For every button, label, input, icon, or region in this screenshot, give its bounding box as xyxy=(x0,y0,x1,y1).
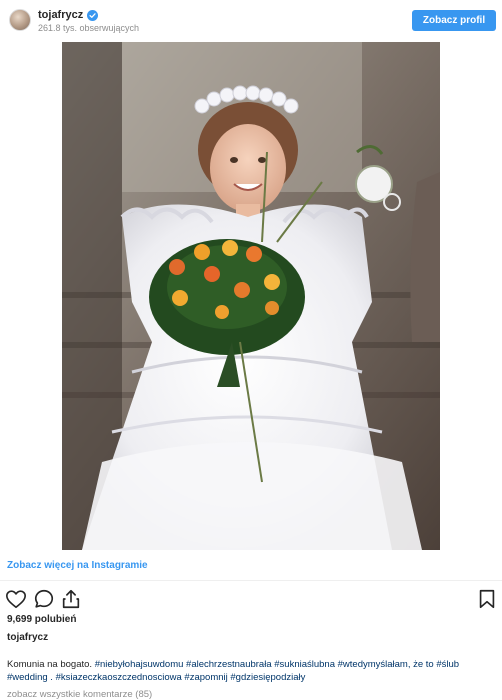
comment-icon[interactable] xyxy=(33,588,55,610)
avatar[interactable] xyxy=(9,9,31,31)
view-profile-button[interactable]: Zobacz profil xyxy=(412,10,496,31)
action-bar xyxy=(0,586,502,612)
post-photo-image xyxy=(62,42,440,550)
caption-text: Komunia na bogato. xyxy=(7,659,95,670)
username-link[interactable]: tojafrycz xyxy=(38,9,83,21)
post-header: tojafrycz 261.8 tys. obserwujących Zobac… xyxy=(0,0,502,42)
view-all-comments-link[interactable]: zobacz wszystkie komentarze (85) xyxy=(7,689,152,700)
caption-username[interactable]: tojafrycz xyxy=(7,632,48,643)
view-more-on-instagram-link[interactable]: Zobacz więcej na Instagramie xyxy=(7,560,148,571)
post-photo[interactable] xyxy=(62,42,440,550)
follower-count: 261.8 tys. obserwujących xyxy=(38,23,140,33)
heart-icon[interactable] xyxy=(5,588,27,610)
like-count[interactable]: 9,699 polubień xyxy=(7,614,76,625)
username-row: tojafrycz xyxy=(38,9,99,21)
post-caption: Komunia na bogato. #niebyłohajsuwdomu #a… xyxy=(7,658,499,684)
verified-badge-icon xyxy=(87,9,99,21)
bookmark-icon[interactable] xyxy=(476,588,498,610)
divider xyxy=(0,580,502,581)
share-icon[interactable] xyxy=(60,588,82,610)
checkmark-icon xyxy=(89,12,96,18)
